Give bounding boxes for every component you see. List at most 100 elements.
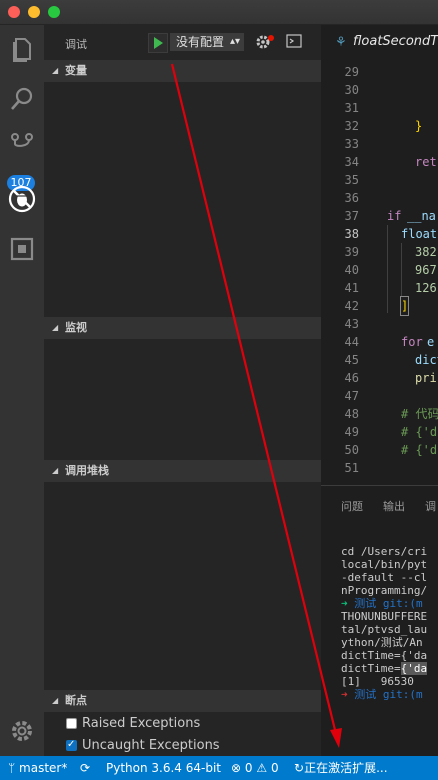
prompt-dir: 测试 (354, 597, 377, 610)
start-debugging-button[interactable] (148, 33, 168, 53)
collapse-triangle-icon: ◢ (52, 66, 59, 75)
terminal-line: local/bin/pyt (341, 558, 428, 571)
breakpoint-label: Raised Exceptions (82, 716, 201, 731)
breakpoints-section-label: 断点 (65, 694, 87, 707)
code-line: 36 (344, 191, 359, 205)
extensions-icon[interactable] (6, 233, 38, 265)
terminal-line: cd /Users/cri (341, 545, 428, 558)
terminal-prompt: ➜ 测试 git:(m (341, 597, 423, 610)
launch-config-value: 没有配置 (176, 35, 225, 49)
code-line: 35 (344, 173, 359, 187)
gear-icon[interactable] (6, 715, 38, 747)
variables-section-label: 变量 (65, 64, 87, 77)
call-stack-section-label: 调用堆栈 (65, 464, 109, 477)
tab-output[interactable]: 输出 (383, 498, 405, 514)
warning-icon: ⚠ (256, 761, 268, 775)
code-line: 50 # {'d (344, 443, 438, 457)
python-file-icon: ⚘ (335, 35, 347, 50)
search-icon[interactable] (6, 83, 38, 115)
activation-status: ↻正在激活扩展... (294, 761, 388, 775)
zoom-window-button[interactable] (48, 6, 60, 18)
code-line: 39 382 (344, 245, 437, 259)
code-line: 45dict (344, 353, 438, 367)
editor-tab[interactable]: ⚘ floatSecondT (321, 25, 438, 60)
panel-tabs: 问题 输出 调 (321, 486, 438, 521)
code-line: 38 float (344, 227, 438, 241)
code-line: 47 (344, 389, 359, 403)
code-editor[interactable]: ⚘ floatSecondT 29 30 31 32} 33 34 ret 35 … (321, 25, 438, 485)
bottom-panel: 问题 输出 调 cd /Users/cri local/bin/pyt -def… (321, 485, 438, 757)
debug-console-button[interactable] (286, 34, 302, 48)
code-line: 34 ret (344, 155, 437, 169)
raised-exceptions-checkbox[interactable] (66, 718, 77, 729)
collapse-triangle-icon: ◢ (52, 323, 59, 332)
code-line: 29 (344, 65, 359, 79)
debug-toolbar: 调试 没有配置 ▴▾ (44, 25, 321, 59)
watch-section-header[interactable]: ◢ 监视 (44, 317, 321, 339)
launch-config-select[interactable]: 没有配置 ▴▾ (170, 33, 244, 51)
python-interpreter[interactable]: Python 3.6.4 64-bit (106, 760, 221, 776)
spinner-icon: ↻ (294, 761, 305, 775)
debug-title: 调试 (65, 38, 87, 51)
code-line: 37 if __na (344, 209, 436, 223)
uncaught-exceptions-checkbox[interactable] (66, 735, 77, 755)
code-line: 46 pri (344, 371, 437, 385)
terminal-line: -default --cl (341, 571, 428, 584)
breakpoint-label: Uncaught Exceptions (82, 738, 220, 753)
call-stack-section-header[interactable]: ◢ 调用堆栈 (44, 460, 321, 482)
terminal-line: ython/测试/An (341, 636, 423, 649)
prompt-arrow: ➜ (341, 688, 348, 701)
select-caret-icon: ▴▾ (229, 36, 240, 47)
close-window-button[interactable] (8, 6, 20, 18)
code-line: 42] (344, 296, 410, 316)
terminal-line: dictTime={'da (341, 662, 428, 675)
terminal-line: [1] 96530 (341, 675, 421, 688)
terminal-line: THONUNBUFFERE (341, 610, 428, 623)
debug-icon[interactable] (6, 183, 38, 215)
code-line: 30 (344, 83, 359, 97)
breakpoints-section-header[interactable]: ◢ 断点 (44, 690, 321, 712)
error-icon: ⊗ (231, 761, 242, 775)
terminal-selection: {'da (400, 662, 428, 675)
code-line: 32} (344, 119, 423, 133)
prompt-git: git:(m (382, 597, 423, 610)
terminal-line: nProgramming/ (341, 584, 428, 597)
source-control-icon[interactable] (6, 129, 38, 161)
files-icon[interactable] (6, 33, 38, 65)
collapse-triangle-icon: ◢ (52, 466, 59, 475)
tab-problems[interactable]: 问题 (341, 498, 363, 514)
code-line: 44 for e (344, 335, 435, 349)
gear-icon (256, 35, 274, 49)
branch-status[interactable]: ᛘ master* (8, 760, 67, 776)
code-line: 41 126 (344, 281, 437, 295)
prompt-git: git:(m (382, 688, 423, 701)
prompt-dir: 测试 (354, 688, 377, 701)
terminal-line: tal/ptvsd_lau (341, 623, 428, 636)
problems-status[interactable]: ⊗ 0 ⚠ 0 (231, 760, 279, 776)
collapse-triangle-icon: ◢ (52, 696, 59, 705)
terminal-line: dictTime={'da (341, 649, 428, 662)
code-line: 51 (344, 461, 359, 475)
terminal-icon (286, 34, 302, 48)
play-icon (154, 37, 163, 49)
prompt-arrow: ➜ (341, 597, 348, 610)
code-line: 48 # 代码 (344, 407, 438, 421)
code-line: 40 967 (344, 263, 437, 277)
tab-debug-console[interactable]: 调 (425, 498, 436, 514)
open-launch-json-button[interactable] (254, 33, 276, 51)
code-line: 33 (344, 137, 359, 151)
minimize-window-button[interactable] (28, 6, 40, 18)
status-bar: ᛘ master* ⟳ Python 3.6.4 64-bit ⊗ 0 ⚠ 0 … (0, 756, 438, 780)
watch-section-label: 监视 (65, 321, 87, 334)
sync-icon[interactable]: ⟳ (80, 760, 90, 776)
branch-icon: ᛘ (8, 761, 16, 775)
variables-section-header[interactable]: ◢ 变量 (44, 60, 321, 82)
editor-tab-filename: floatSecondT (353, 34, 438, 49)
code-line: 43 (344, 317, 359, 331)
terminal-prompt: ➜ 测试 git:(m (341, 688, 423, 701)
activity-bar: 107 (0, 25, 44, 756)
code-line: 49 # {'d (344, 425, 438, 439)
code-line: 31 (344, 101, 359, 115)
window-title-bar (0, 0, 438, 25)
debug-sidebar: 调试 没有配置 ▴▾ ◢ 变量 ◢ 监视 ◢ 调用堆栈 ◢ 断点 Raised … (44, 25, 321, 756)
